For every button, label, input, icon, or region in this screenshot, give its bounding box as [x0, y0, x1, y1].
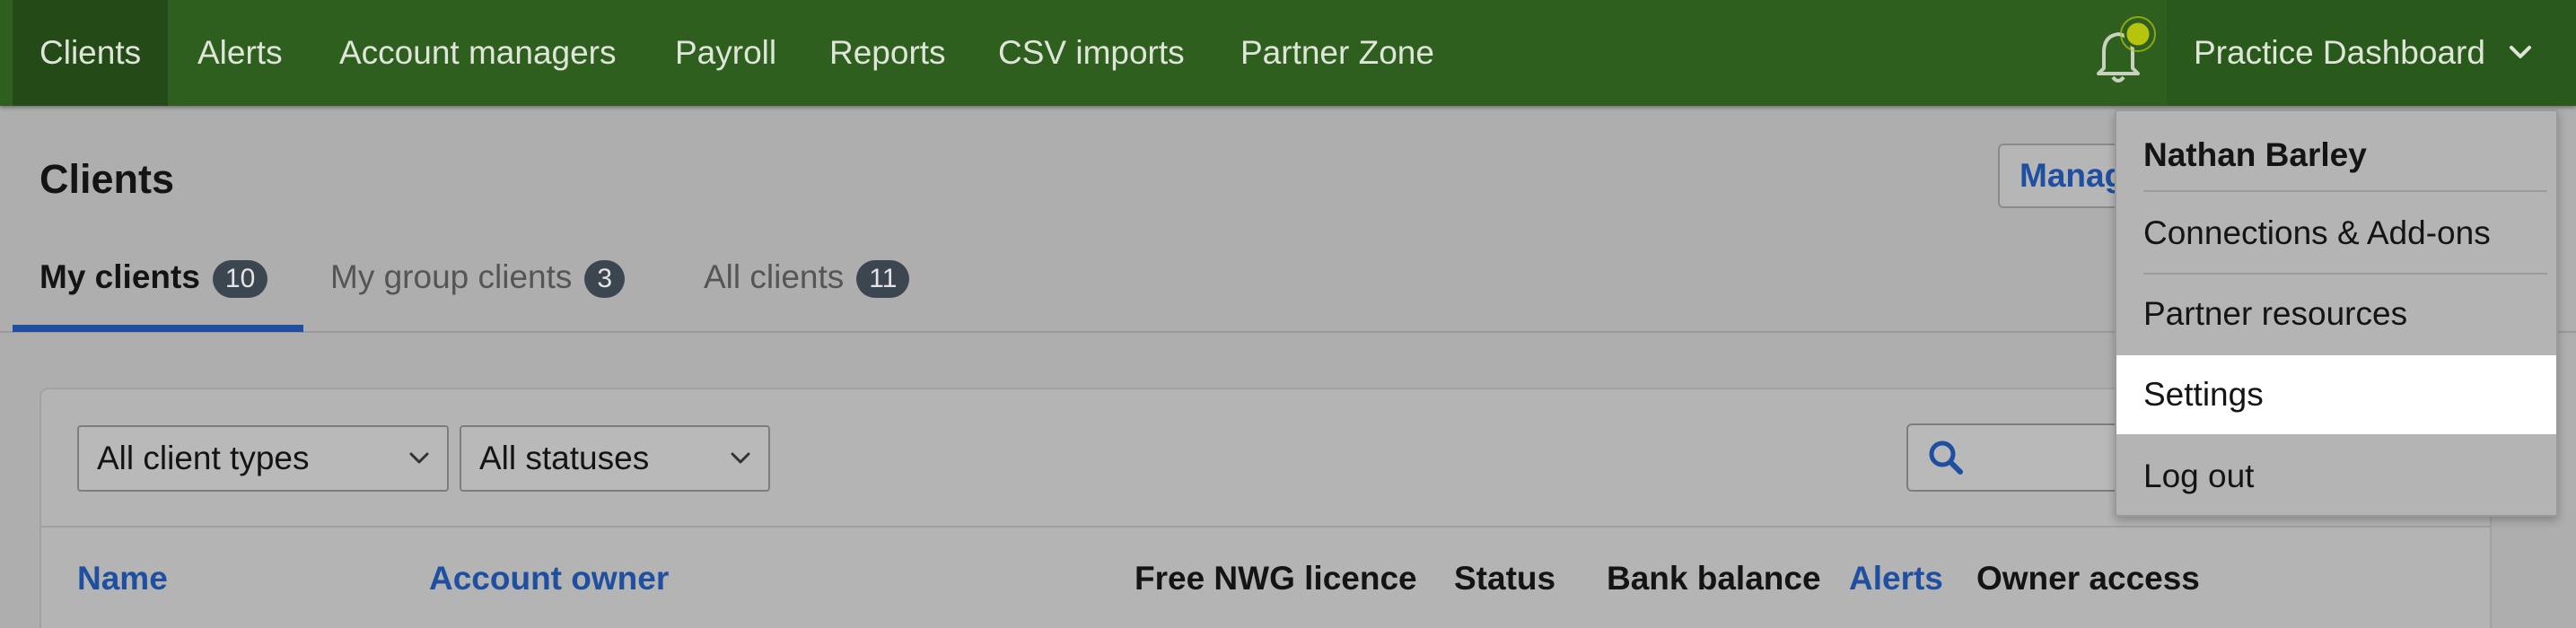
nav-item-csv-imports[interactable]: CSV imports — [971, 0, 1212, 106]
dropdown-divider — [2143, 190, 2547, 192]
menu-item-log-out[interactable]: Log out — [2116, 438, 2556, 515]
menu-item-connections-add-ons[interactable]: Connections & Add-ons — [2116, 194, 2556, 273]
tab-label: My clients — [39, 258, 200, 295]
menu-item-settings[interactable]: Settings — [2116, 355, 2556, 434]
page-title: Clients — [39, 156, 175, 202]
dropdown-user-name: Nathan Barley — [2143, 136, 2367, 173]
nav-item-clients[interactable]: Clients — [13, 0, 169, 106]
nav-item-alerts[interactable]: Alerts — [171, 0, 310, 106]
nav-item-label: Alerts — [197, 34, 283, 71]
nav-item-label: Partner Zone — [1240, 34, 1434, 71]
tab-label: All clients — [704, 258, 845, 295]
active-tab-indicator — [13, 325, 303, 332]
chevron-down-icon — [2509, 46, 2531, 58]
practice-dashboard-label: Practice Dashboard — [2194, 34, 2485, 71]
client-type-select[interactable]: All client types — [77, 425, 449, 492]
column-header-free-nwg-licence: Free NWG licence — [1135, 560, 1417, 597]
count-badge: 10 — [212, 260, 268, 298]
search-icon — [1929, 440, 1963, 475]
notification-bell-icon[interactable] — [2084, 13, 2156, 88]
nav-item-label: Account managers — [339, 34, 617, 71]
chevron-down-icon — [731, 452, 750, 464]
chevron-down-icon — [409, 452, 429, 464]
practice-dashboard-dropdown: Nathan Barley Connections & Add-ons Part… — [2115, 109, 2558, 517]
nav-item-account-managers[interactable]: Account managers — [312, 0, 644, 106]
tab-all-clients[interactable]: All clients 11 — [704, 257, 910, 332]
tab-my-group-clients[interactable]: My group clients 3 — [330, 257, 626, 332]
practice-dashboard-menu[interactable]: Practice Dashboard — [2167, 0, 2576, 106]
top-navigation-bar: Clients Alerts Account managers Payroll … — [0, 0, 2576, 106]
select-value: All statuses — [479, 440, 650, 476]
tab-label: My group clients — [330, 258, 573, 295]
nav-item-partner-zone[interactable]: Partner Zone — [1214, 0, 1461, 106]
column-header-account-owner[interactable]: Account owner — [429, 560, 669, 597]
column-header-name[interactable]: Name — [77, 560, 168, 597]
column-header-owner-access: Owner access — [1976, 560, 2200, 597]
count-badge: 11 — [856, 260, 910, 298]
column-header-status: Status — [1454, 560, 1556, 597]
nav-item-label: Reports — [829, 34, 946, 71]
column-header-alerts[interactable]: Alerts — [1849, 560, 1943, 597]
nav-item-label: Clients — [39, 34, 142, 71]
tab-my-clients[interactable]: My clients 10 — [39, 257, 268, 332]
nav-item-payroll[interactable]: Payroll — [648, 0, 803, 106]
status-select[interactable]: All statuses — [460, 425, 770, 492]
count-badge: 3 — [584, 260, 626, 298]
column-header-bank-balance: Bank balance — [1607, 560, 1821, 597]
table-header-divider — [41, 526, 2490, 528]
menu-item-partner-resources[interactable]: Partner resources — [2116, 275, 2556, 353]
nav-item-reports[interactable]: Reports — [802, 0, 973, 106]
nav-item-label: CSV imports — [998, 34, 1185, 71]
select-value: All client types — [97, 440, 310, 476]
nav-item-label: Payroll — [675, 34, 777, 71]
